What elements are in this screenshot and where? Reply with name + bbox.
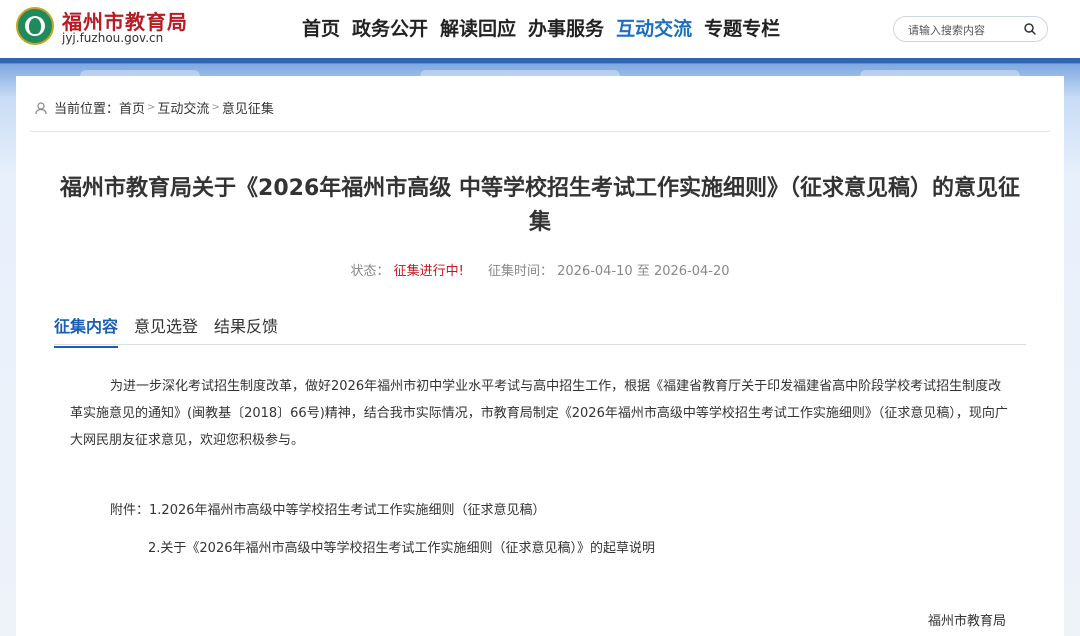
main-nav: 首页 政务公开 解读回应 办事服务 互动交流 专题专栏 <box>302 16 780 42</box>
article-body: 为进一步深化考试招生制度改革，做好2026年福州市初中学业水平考试与高中招生工作… <box>70 379 1008 448</box>
collection-meta: 状态： 征集进行中! 征集时间： 2026-04-10 至 2026-04-20 <box>16 260 1064 279</box>
search-icon[interactable] <box>1023 22 1037 36</box>
attachment-link-2[interactable]: 2.关于《2026年福州市高级中等学校招生考试工作实施细则（征求意见稿）》的起草… <box>148 537 655 556</box>
tab-selected-opinions[interactable]: 意见选登 <box>134 313 198 348</box>
time-label: 征集时间： <box>487 264 553 279</box>
status-badge: 征集进行中! <box>393 264 464 279</box>
breadcrumb-prefix: 当前位置： <box>54 102 120 117</box>
page-title: 福州市教育局关于《2026年福州市高级 中等学校招生考试工作实施细则》（征求意见… <box>60 176 1020 235</box>
site-header: 福州市教育局 jyj.fuzhou.gov.cn 首页 政务公开 解读回应 办事… <box>0 0 1080 58</box>
attachment-label: 附件： <box>110 503 150 518</box>
search-box <box>893 16 1048 42</box>
location-icon <box>35 101 47 114</box>
divider <box>30 131 1050 132</box>
status-label: 状态： <box>350 264 390 279</box>
search-input[interactable] <box>906 20 1020 40</box>
tab-collection-content[interactable]: 征集内容 <box>54 313 119 348</box>
tab-divider <box>54 344 1026 345</box>
nav-services[interactable]: 办事服务 <box>528 16 604 42</box>
breadcrumb-separator: > <box>211 102 220 113</box>
nav-special-topics[interactable]: 专题专栏 <box>704 16 780 42</box>
attachment-item: 附件：1.2026年福州市高级中等学校招生考试工作实施细则（征求意见稿） <box>110 499 546 518</box>
breadcrumb-separator: > <box>147 102 156 113</box>
breadcrumb-home[interactable]: 首页 <box>119 98 145 117</box>
nav-interaction[interactable]: 互动交流 <box>616 16 692 42</box>
content-card: 当前位置： 首页 > 互动交流 > 意见征集 福州市教育局关于《2026年福州市… <box>16 76 1064 636</box>
site-domain: jyj.fuzhou.gov.cn <box>62 31 164 45</box>
nav-home[interactable]: 首页 <box>302 16 340 42</box>
content-tabs: 征集内容 意见选登 结果反馈 <box>54 313 278 348</box>
tab-result-feedback[interactable]: 结果反馈 <box>214 313 278 348</box>
banner-stripe <box>0 58 1080 63</box>
nav-interpretation[interactable]: 解读回应 <box>440 16 516 42</box>
signature: 福州市教育局 <box>928 614 1007 629</box>
time-range: 2026-04-10 至 2026-04-20 <box>557 264 730 279</box>
attachment-link-1[interactable]: 1.2026年福州市高级中等学校招生考试工作实施细则（征求意见稿） <box>149 503 546 518</box>
breadcrumb: 当前位置： 首页 > 互动交流 > 意见征集 <box>34 98 274 117</box>
site-logo-icon[interactable] <box>16 7 54 45</box>
breadcrumb-interaction[interactable]: 互动交流 <box>157 98 209 117</box>
nav-government-affairs[interactable]: 政务公开 <box>352 16 428 42</box>
breadcrumb-opinion-collection[interactable]: 意见征集 <box>222 98 274 117</box>
